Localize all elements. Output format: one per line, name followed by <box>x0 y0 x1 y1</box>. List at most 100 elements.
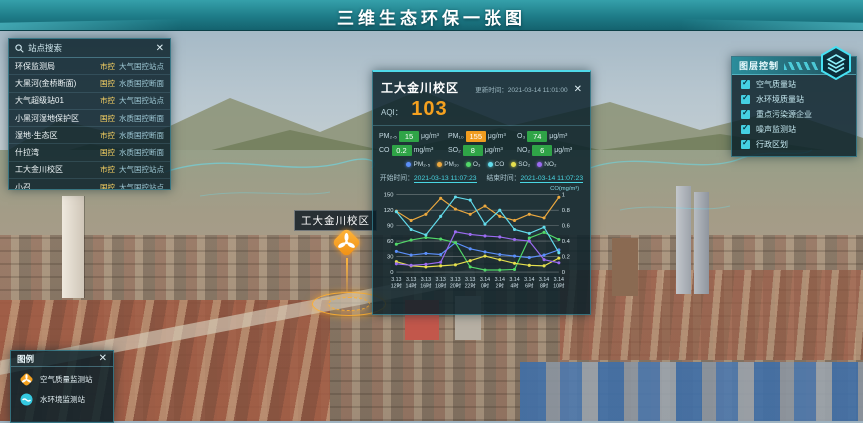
legend-chip-label: SO₂ <box>518 161 530 168</box>
layer-toggle[interactable]: 水环境质量站 <box>732 90 856 105</box>
station-type: 大气国控站点 <box>119 182 164 189</box>
station-list: 环保监测局市控大气国控站点大黑河(金桥断面)国控水质国控断面大气超级站01市控大… <box>9 58 170 189</box>
pollutant-unit: μg/m³ <box>421 133 439 140</box>
legend-chip-PM10[interactable]: PM₁₀ <box>437 161 459 168</box>
layers-hex-button[interactable] <box>820 46 852 80</box>
legend-chip-CO[interactable]: CO <box>488 161 505 168</box>
legend-chip-SO2[interactable]: SO₂ <box>511 161 530 168</box>
svg-text:0: 0 <box>390 270 393 276</box>
legend-dot <box>406 162 411 167</box>
svg-text:1: 1 <box>562 193 565 199</box>
start-time-input[interactable]: 2021-03-13 11:07:23 <box>414 175 477 183</box>
station-name: 大黑河(金桥断面) <box>15 78 96 89</box>
station-name: 小黑河湿地保护区 <box>15 113 96 124</box>
station-row[interactable]: 湿地·生态区市控水质国控断面 <box>9 127 170 144</box>
close-icon[interactable]: ✕ <box>574 84 582 95</box>
station-row[interactable]: 小黑河湿地保护区国控水质国控断面 <box>9 110 170 127</box>
svg-text:0.6: 0.6 <box>562 224 570 230</box>
svg-text:3.14: 3.14 <box>495 277 505 283</box>
svg-text:150: 150 <box>384 193 394 199</box>
station-type: 大气国控站点 <box>119 95 164 106</box>
legend-dot <box>437 162 442 167</box>
pollutant-unit: μg/m³ <box>485 147 503 154</box>
checkbox-checked-icon <box>741 140 750 149</box>
station-type: 水质国控断面 <box>119 130 164 141</box>
svg-text:10时: 10时 <box>553 282 565 290</box>
svg-text:22时: 22时 <box>465 282 477 290</box>
svg-text:20时: 20时 <box>450 282 462 290</box>
legend-item-label: 水环境监测站 <box>40 394 85 405</box>
end-time-label: 结束时间： <box>487 175 521 182</box>
svg-text:3.13: 3.13 <box>406 277 416 283</box>
svg-text:30: 30 <box>387 255 393 261</box>
pollutant-cell: PM₁₀155μg/m³ <box>448 131 515 142</box>
popup-title: 工大金川校区 <box>381 79 459 96</box>
svg-text:6时: 6时 <box>525 282 534 290</box>
pollutant-unit: μg/m³ <box>549 133 567 140</box>
svg-text:8时: 8时 <box>540 282 549 290</box>
checkbox-checked-icon <box>741 110 750 119</box>
station-tag: 国控 <box>100 113 115 124</box>
svg-text:0时: 0时 <box>481 282 490 290</box>
chart-legend: PM₂.₅ PM₁₀ O₃ CO SO₂ NO₂ <box>373 158 590 170</box>
close-icon[interactable]: ✕ <box>99 353 107 364</box>
station-name: 工大金川校区 <box>15 164 96 175</box>
svg-text:120: 120 <box>384 208 394 214</box>
windmill-icon <box>333 229 360 256</box>
map-marker-label: 工大金川校区 <box>294 210 377 231</box>
layers-icon <box>820 46 852 80</box>
layer-toggle[interactable]: 噪声监测站 <box>732 120 856 135</box>
layer-toggle[interactable]: 行政区划 <box>732 135 856 150</box>
station-row[interactable]: 工大金川校区市控大气国控站点 <box>9 162 170 179</box>
end-time: 结束时间：2021-03-14 11:07:23 <box>487 172 584 182</box>
pollutant-cell: O₃74μg/m³ <box>517 131 584 142</box>
layer-list: 空气质量站水环境质量站重点污染源企业噪声监测站行政区划 <box>732 75 856 150</box>
station-name: 大气超级站01 <box>15 95 96 106</box>
station-row[interactable]: 大气超级站01市控大气国控站点 <box>9 93 170 110</box>
checkbox-checked-icon <box>741 125 750 134</box>
svg-text:12时: 12时 <box>391 282 403 290</box>
legend-chip-label: PM₂.₅ <box>413 161 430 168</box>
svg-text:3.13: 3.13 <box>436 277 446 283</box>
water-station-icon <box>19 392 34 407</box>
marker-ground-ring-inner <box>328 297 370 311</box>
legend-chip-O3[interactable]: O₃ <box>466 161 481 168</box>
station-type: 水质国控断面 <box>119 147 164 158</box>
station-row[interactable]: 环保监测局市控大气国控站点 <box>9 58 170 75</box>
station-row[interactable]: 小召国控大气国控站点 <box>9 179 170 189</box>
station-type: 大气国控站点 <box>119 61 164 72</box>
svg-text:3.13: 3.13 <box>391 277 401 283</box>
svg-text:0: 0 <box>562 270 565 276</box>
layer-label: 行政区划 <box>756 139 788 150</box>
station-tag: 国控 <box>100 147 115 158</box>
station-row[interactable]: 大黑河(金桥断面)国控水质国控断面 <box>9 75 170 92</box>
pollutant-name: SO₂ <box>448 147 461 154</box>
close-icon[interactable]: ✕ <box>156 43 164 54</box>
air-station-marker[interactable] <box>333 229 360 256</box>
page-title: 三维生态环保一张图 <box>0 4 863 29</box>
search-icon <box>15 44 24 53</box>
svg-text:14时: 14时 <box>406 282 418 290</box>
station-name: 湿地·生态区 <box>15 130 96 141</box>
layer-toggle[interactable]: 重点污染源企业 <box>732 105 856 120</box>
legend-dot <box>511 162 516 167</box>
station-tag: 市控 <box>100 61 115 72</box>
svg-text:90: 90 <box>387 224 393 230</box>
checkbox-checked-icon <box>741 80 750 89</box>
start-time-label: 开始时间： <box>380 175 414 182</box>
layer-label: 噪声监测站 <box>756 124 796 135</box>
legend-item: 空气质量监测站 <box>11 367 113 387</box>
station-row[interactable]: 什拉湾国控水质国控断面 <box>9 144 170 161</box>
legend-header: 图例 ✕ <box>11 351 113 367</box>
pollutant-cell: NO₂6μg/m³ <box>517 145 584 156</box>
legend-chip-NO2[interactable]: NO₂ <box>537 161 556 168</box>
legend-chip-PM2.5[interactable]: PM₂.₅ <box>406 161 430 168</box>
legend-item-label: 空气质量监测站 <box>40 374 93 385</box>
layer-label: 重点污染源企业 <box>756 109 812 120</box>
pollutant-cell: CO0.2mg/m³ <box>379 145 446 156</box>
station-name: 什拉湾 <box>15 147 96 158</box>
svg-text:3.14: 3.14 <box>480 277 490 283</box>
svg-text:3.14: 3.14 <box>509 277 519 283</box>
svg-text:3.14: 3.14 <box>554 277 564 283</box>
end-time-input[interactable]: 2021-03-14 11:07:23 <box>520 175 583 183</box>
